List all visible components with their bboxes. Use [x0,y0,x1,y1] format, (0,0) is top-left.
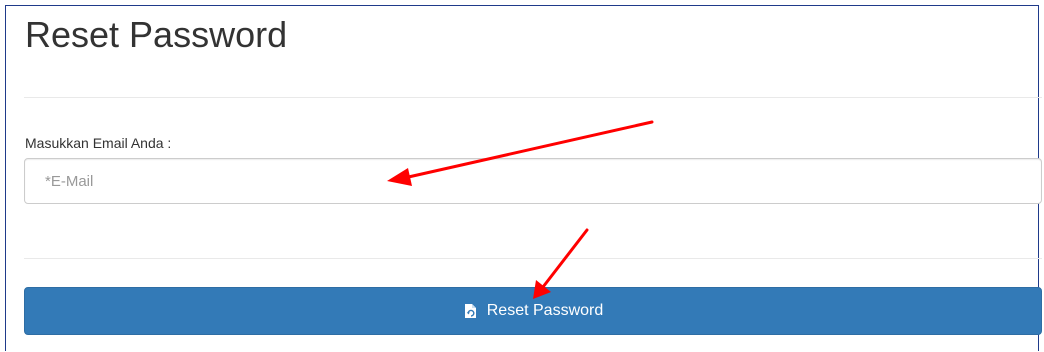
page-title: Reset Password [25,14,288,55]
title-divider [24,97,1042,98]
file-refresh-icon [463,303,479,319]
form-divider [24,258,1042,259]
email-field[interactable] [24,158,1042,204]
email-label: Masukkan Email Anda : [25,135,172,151]
reset-password-button[interactable]: Reset Password [24,287,1042,335]
reset-password-label: Reset Password [486,302,604,319]
